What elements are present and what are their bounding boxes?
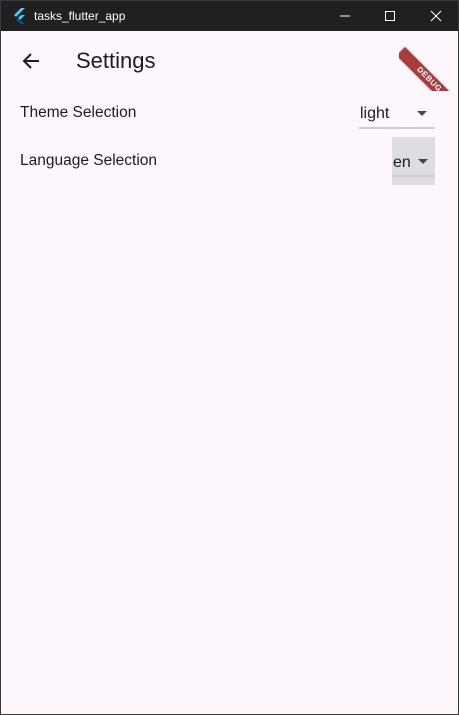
language-setting-row: Language Selection en: [1, 137, 458, 185]
minimize-button[interactable]: [322, 1, 368, 31]
theme-dropdown-value: light: [360, 105, 390, 122]
theme-selection-label: Theme Selection: [20, 104, 137, 121]
minimize-icon: [340, 15, 350, 17]
language-selection-label: Language Selection: [20, 152, 158, 169]
theme-dropdown-underline: [359, 127, 435, 129]
dropdown-arrow-icon: [418, 159, 428, 164]
app-bar: Settings DEBUG: [1, 31, 458, 91]
app-window: tasks_flutter_app Settings DEBUG Theme S…: [0, 0, 459, 715]
debug-banner-label: DEBUG: [399, 47, 458, 91]
close-button[interactable]: [413, 1, 458, 31]
page-title: Settings: [76, 48, 156, 73]
debug-banner: DEBUG: [399, 31, 458, 91]
maximize-icon: [385, 11, 395, 21]
theme-dropdown[interactable]: light: [359, 89, 435, 129]
back-button[interactable]: [13, 43, 49, 79]
window-title: tasks_flutter_app: [34, 9, 126, 23]
language-dropdown[interactable]: en: [392, 137, 435, 185]
settings-page: Settings DEBUG Theme Selection light Lan…: [1, 31, 458, 714]
close-icon: [430, 10, 442, 22]
language-dropdown-underline: [392, 175, 435, 177]
maximize-button[interactable]: [367, 1, 413, 31]
dropdown-arrow-icon: [417, 111, 427, 116]
language-dropdown-value: en: [393, 154, 411, 171]
window-titlebar[interactable]: tasks_flutter_app: [1, 1, 458, 31]
arrow-back-icon: [22, 53, 39, 69]
theme-setting-row: Theme Selection light: [1, 89, 458, 137]
flutter-logo-icon: [14, 8, 25, 24]
